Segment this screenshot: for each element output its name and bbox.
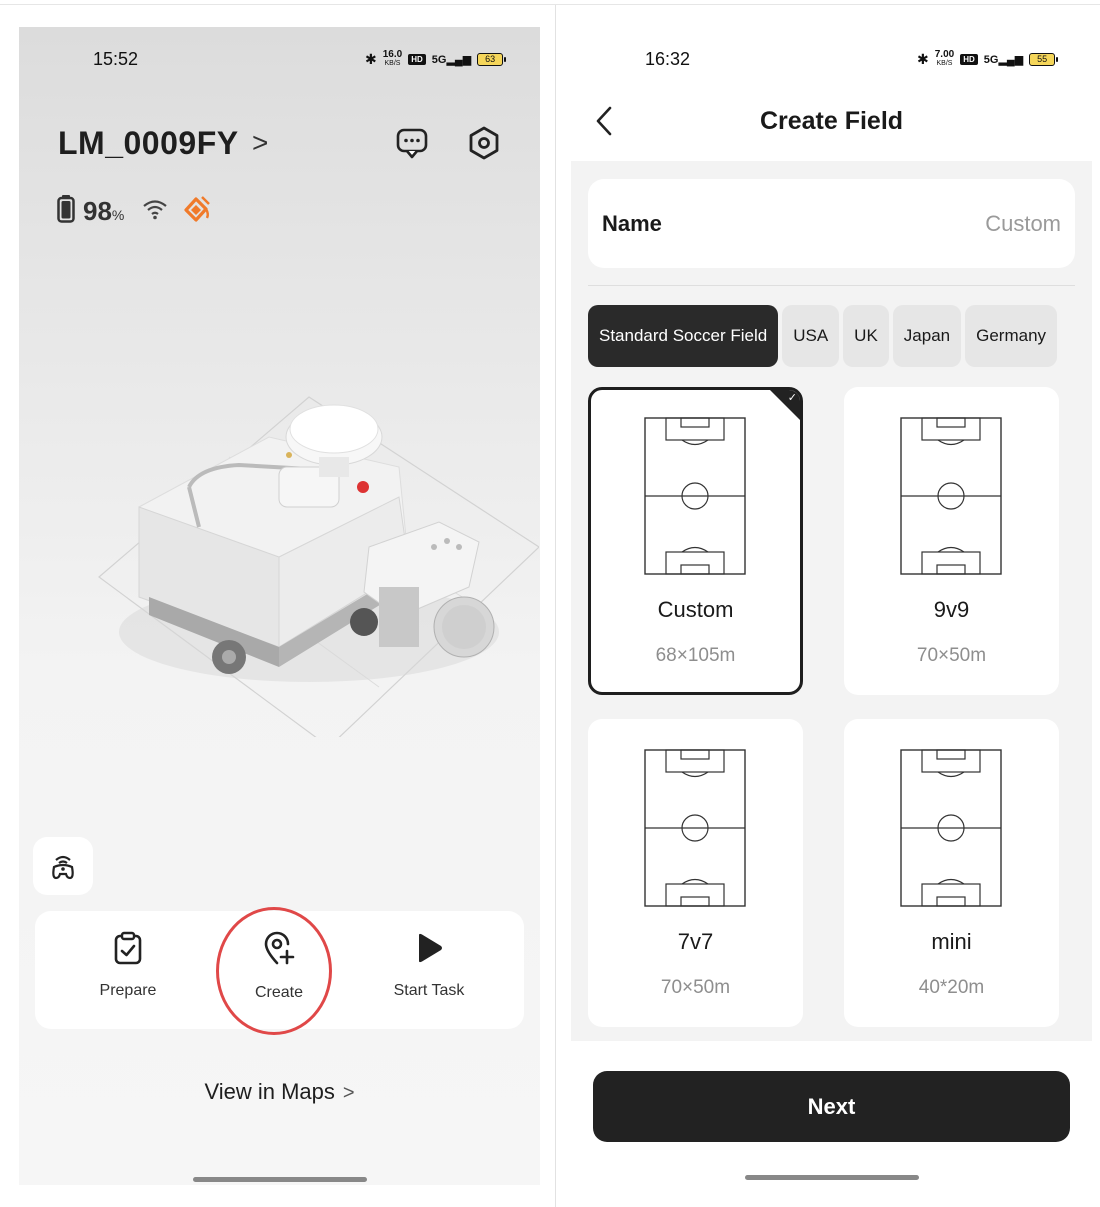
field-size: 68×105m xyxy=(655,645,736,666)
field-card-7v7[interactable]: 7v7 70×50m xyxy=(588,719,803,1027)
signal-icon: 5G▂▄▆ xyxy=(983,53,1024,66)
device-chevron[interactable]: > xyxy=(252,127,268,159)
robot-image xyxy=(98,396,539,737)
status-battery: 55 xyxy=(1029,52,1059,66)
home-indicator[interactable] xyxy=(193,1177,367,1182)
status-time: 15:52 xyxy=(93,49,139,69)
joystick-button[interactable] xyxy=(33,837,93,895)
device-status-row: 98% xyxy=(57,195,212,228)
view-in-maps-chevron: > xyxy=(342,1082,355,1104)
network-speed: 16.0 KB/S xyxy=(382,49,403,68)
status-indicators: ✱ 16.0 KB/S HD 5G▂▄▆ 63 xyxy=(365,49,507,68)
pitch-icon xyxy=(900,749,1002,907)
prepare-button[interactable]: Prepare xyxy=(68,931,188,1000)
field-name: 9v9 xyxy=(933,597,970,622)
signal-icon: 5G▂▄▆ xyxy=(431,53,472,66)
tab-uk[interactable]: UK xyxy=(843,305,889,367)
field-size: 70×50m xyxy=(916,645,987,666)
message-icon[interactable] xyxy=(392,123,432,163)
network-speed: 7.00 KB/S xyxy=(934,49,955,68)
bluetooth-icon: ✱ xyxy=(365,50,377,67)
settings-icon[interactable] xyxy=(464,123,504,163)
battery-percentage: 98% xyxy=(83,196,125,226)
field-size: 70×50m xyxy=(660,977,731,998)
field-name: mini xyxy=(931,929,972,954)
checkmark-icon: ✓ xyxy=(787,392,797,404)
field-card-9v9[interactable]: 9v9 70×50m xyxy=(844,387,1059,695)
pitch-icon xyxy=(644,749,746,907)
next-button[interactable]: Next xyxy=(593,1071,1070,1142)
tab-japan[interactable]: Japan xyxy=(892,305,962,367)
home-indicator[interactable] xyxy=(745,1175,919,1180)
bluetooth-icon: ✱ xyxy=(917,50,929,67)
status-time: 16:32 xyxy=(645,49,691,69)
status-indicators: ✱ 7.00 KB/S HD 5G▂▄▆ 55 xyxy=(917,49,1059,68)
tab-germany[interactable]: Germany xyxy=(965,305,1058,367)
start-task-label: Start Task xyxy=(393,982,465,999)
field-size: 40*20m xyxy=(918,977,985,998)
device-name[interactable]: LM_0009FY xyxy=(58,125,239,162)
name-field[interactable]: Name Custom xyxy=(588,179,1075,268)
content-area: Name Custom Standard Soccer Field USA UK… xyxy=(571,161,1092,1041)
divider xyxy=(588,285,1075,286)
name-value[interactable]: Custom xyxy=(985,211,1061,237)
name-label: Name xyxy=(602,211,662,236)
wifi-icon xyxy=(142,198,168,225)
view-in-maps-label: View in Maps xyxy=(204,1079,335,1104)
view-in-maps-link[interactable]: View in Maps > xyxy=(19,1079,540,1105)
battery-icon xyxy=(57,195,75,228)
pitch-icon xyxy=(644,417,746,575)
play-icon xyxy=(419,933,442,963)
page-title: Create Field xyxy=(759,107,904,135)
hd-badge: HD xyxy=(960,53,978,65)
create-field-screen: 16:32 ✱ 7.00 KB/S HD 5G▂▄▆ 55 Create Fiel… xyxy=(571,27,1092,1185)
create-highlight-ring xyxy=(216,907,332,1035)
field-name: 7v7 xyxy=(677,929,714,954)
home-screen: 15:52 ✱ 16.0 KB/S HD 5G▂▄▆ 63 LM_0009FY >… xyxy=(19,27,540,1185)
paint-warning-icon xyxy=(182,195,212,228)
pitch-icon xyxy=(900,417,1002,575)
clipboard-check-icon xyxy=(114,931,142,965)
status-battery: 63 xyxy=(477,52,507,66)
region-tabs: Standard Soccer Field USA UK Japan Germa… xyxy=(588,305,1058,367)
gamepad-icon xyxy=(52,855,74,880)
prepare-label: Prepare xyxy=(99,982,157,999)
hd-badge: HD xyxy=(408,53,426,65)
tab-usa[interactable]: USA xyxy=(782,305,840,367)
start-task-button[interactable]: Start Task xyxy=(369,931,489,1000)
field-name: Custom xyxy=(657,597,734,622)
field-card-custom[interactable]: Custom 68×105m ✓ xyxy=(588,387,803,695)
tab-standard-soccer-field[interactable]: Standard Soccer Field xyxy=(588,305,779,367)
field-card-mini[interactable]: mini 40*20m xyxy=(844,719,1059,1027)
